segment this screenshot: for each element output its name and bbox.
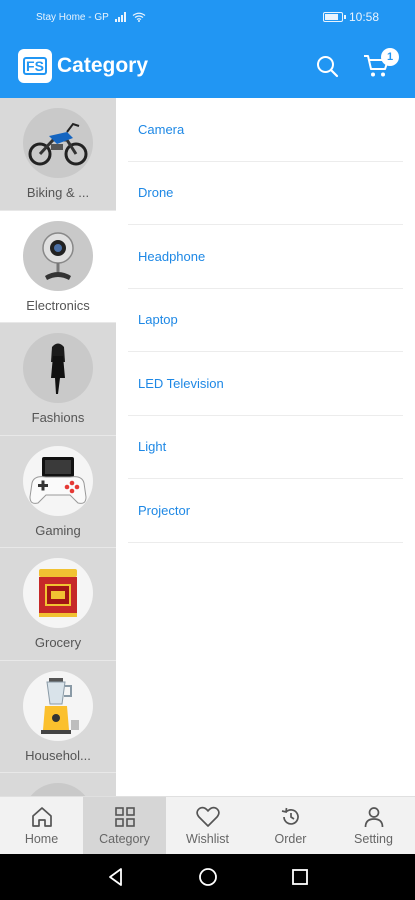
category-label: Grocery [34, 635, 82, 650]
logo-text: FS [23, 57, 47, 75]
cart-count-badge: 1 [381, 48, 399, 66]
subcategory-item-led-television[interactable]: LED Television [128, 352, 403, 416]
subcategory-item-laptop[interactable]: Laptop [128, 289, 403, 352]
home-icon [31, 806, 52, 827]
signal-icon [114, 12, 126, 22]
category-sidebar: Biking & ... Electronics Fashions Gaming… [0, 98, 116, 796]
history-icon [281, 807, 299, 825]
search-icon [317, 56, 339, 78]
nav-setting[interactable]: Setting [332, 797, 415, 854]
category-item-household[interactable]: Househol... [0, 661, 116, 773]
nav-home[interactable]: Home [0, 797, 83, 854]
category-item-grocery[interactable]: Grocery [0, 548, 116, 661]
blender-image [23, 670, 93, 741]
subcategory-list: Camera Drone Headphone Laptop LED Televi… [116, 98, 415, 796]
app-logo: FS [18, 49, 52, 83]
status-bar: Stay Home - GP 10:58 [0, 0, 415, 34]
subcategory-item-light[interactable]: Light [128, 416, 403, 479]
subcategory-item-camera[interactable]: Camera [128, 98, 403, 162]
gamepad-image [23, 445, 93, 516]
subcategory-item-projector[interactable]: Projector [128, 479, 403, 543]
person-icon [364, 806, 383, 827]
nav-category[interactable]: Category [83, 797, 166, 854]
grid-icon [114, 806, 135, 827]
clock: 10:58 [348, 10, 379, 24]
tea-tin-image [23, 558, 93, 628]
bottom-navigation: Home Category Wishlist Order Setting [0, 796, 415, 854]
app-bar: FS Category 1 [0, 34, 415, 98]
cart-button[interactable]: 1 [357, 46, 399, 86]
category-image [23, 783, 93, 796]
system-navigation-bar [0, 854, 415, 900]
category-item-electronics[interactable]: Electronics [0, 210, 116, 323]
nav-order-label: Order [274, 831, 307, 846]
category-label: Electronics [26, 297, 90, 313]
nav-setting-label: Setting [354, 831, 393, 846]
category-label: Fashions [31, 410, 85, 425]
nav-wishlist-label: Wishlist [185, 831, 230, 846]
recents-icon[interactable] [291, 868, 309, 886]
heart-icon [195, 806, 220, 827]
page-title: Category [57, 54, 149, 77]
fashion-model-image [23, 333, 93, 403]
motorbike-image [23, 108, 93, 178]
category-item-biking[interactable]: Biking & ... [0, 98, 116, 211]
carrier-name: Stay Home - GP [36, 11, 109, 23]
webcam-image [23, 220, 93, 291]
nav-category-label: Category [99, 831, 150, 846]
search-button[interactable] [307, 46, 347, 86]
home-circle-icon[interactable] [198, 867, 218, 887]
category-item-fashions[interactable]: Fashions [0, 323, 116, 436]
wifi-icon [132, 12, 146, 22]
nav-home-label: Home [24, 831, 59, 846]
subcategory-item-drone[interactable]: Drone [128, 162, 403, 225]
battery-icon [322, 12, 346, 22]
category-item-more[interactable] [0, 773, 116, 796]
category-label: Biking & ... [26, 185, 90, 200]
subcategory-item-headphone[interactable]: Headphone [128, 225, 403, 289]
nav-wishlist[interactable]: Wishlist [166, 797, 249, 854]
nav-order[interactable]: Order [249, 797, 332, 854]
category-label: Househol... [25, 747, 91, 763]
category-item-gaming[interactable]: Gaming [0, 436, 116, 548]
category-label: Gaming [35, 522, 81, 538]
back-icon[interactable] [106, 867, 126, 887]
